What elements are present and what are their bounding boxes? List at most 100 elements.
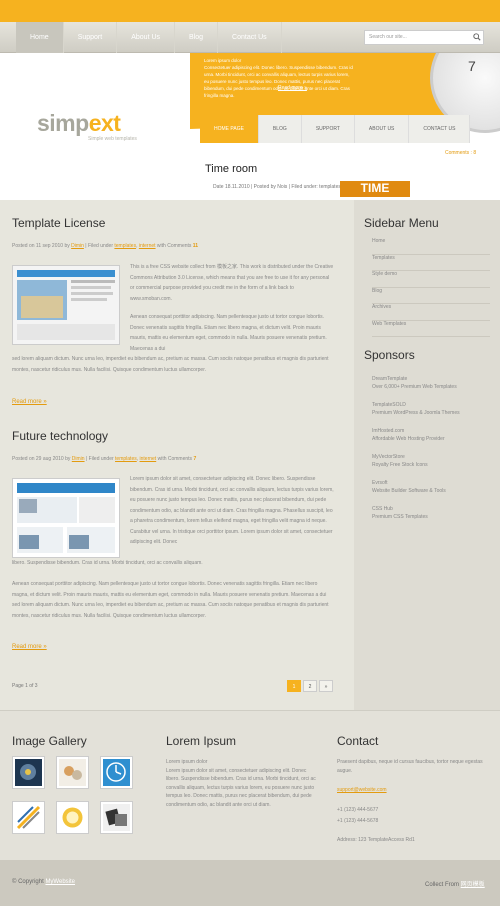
post-body: libero. Suspendisse bibendum. Cras id ur… <box>12 560 203 566</box>
sidebar-item-blog[interactable]: Blog <box>372 288 490 304</box>
sponsors-title: Sponsors <box>364 348 415 362</box>
site-footer: © Copyright MyWebsite Collect From 网页模板 <box>0 860 500 906</box>
hero-nav-item: BLOG <box>258 115 302 143</box>
contact-title: Contact <box>337 734 379 748</box>
clock-number: 7 <box>468 58 476 74</box>
sponsor-item[interactable]: Evrsoft Website Builder Software & Tools <box>372 479 460 505</box>
post-title[interactable]: Template License <box>12 216 105 230</box>
main-content: Template License Posted on 11 sep 2010 b… <box>0 200 354 710</box>
author-link[interactable]: Dimin <box>71 243 84 249</box>
post-meta: Posted on 11 sep 2010 by Dimin | Filed u… <box>12 243 199 249</box>
gallery-image <box>103 759 130 786</box>
category-link[interactable]: templates <box>115 456 137 462</box>
page-2-button[interactable]: 2 <box>303 680 317 692</box>
nav-about-us[interactable]: About Us <box>117 22 176 53</box>
category-link[interactable]: internet <box>139 243 156 249</box>
footer-widgets: Image Gallery Lorem Ipsum Lorem ipsum do… <box>0 710 500 860</box>
gallery-thumb[interactable] <box>100 756 133 789</box>
post-body: Aenean consequat porttitor adipiscing. N… <box>130 314 327 352</box>
gallery-image <box>103 804 130 831</box>
contact-phone: +1 (123) 444-5678 <box>337 818 379 824</box>
credit-link[interactable]: 网页模板 <box>461 882 485 888</box>
hero-banner: TIME <box>340 181 410 197</box>
post-body: Lorem ipsum dolor sit amet, consectetuer… <box>130 476 334 545</box>
sidebar-item-home[interactable]: Home <box>372 238 490 255</box>
gallery-image <box>15 804 42 831</box>
gallery-thumb[interactable] <box>12 801 45 834</box>
hero-comments: Comments : 8 <box>445 150 477 156</box>
post-title[interactable]: Future technology <box>12 429 108 443</box>
nav-contact-us[interactable]: Contact Us <box>218 22 282 53</box>
search-icon[interactable] <box>473 33 481 41</box>
author-link[interactable]: Dimin <box>72 456 85 462</box>
top-accent-bar <box>0 0 500 22</box>
sidebar-item-style-demo[interactable]: Style demo <box>372 271 490 288</box>
gallery-thumb[interactable] <box>12 756 45 789</box>
sponsor-item[interactable]: DreamTemplate Over 6,000+ Premium Web Tem… <box>372 375 460 401</box>
category-link[interactable]: templates <box>114 243 136 249</box>
post-thumbnail[interactable] <box>12 265 120 345</box>
post-image <box>13 479 119 557</box>
hero-nav-item: ABOUT US <box>354 115 410 143</box>
post-meta: Posted on 29 aug 2010 by Dimin | Filed u… <box>12 456 197 462</box>
copyright-link[interactable]: MyWebsite <box>45 879 75 885</box>
page-1-button[interactable]: 1 <box>287 680 301 692</box>
gallery-title: Image Gallery <box>12 734 87 748</box>
hero-read-more: Read more » <box>278 85 307 91</box>
credit: Collect From 网页模板 <box>425 882 485 888</box>
site-tagline: Simple web templates <box>88 136 137 142</box>
gallery-image <box>59 759 86 786</box>
copyright: © Copyright MyWebsite <box>12 879 76 885</box>
lorem-title: Lorem Ipsum <box>166 734 237 748</box>
sponsor-item[interactable]: MyVectorStore Royalty Free Stock Icons <box>372 453 460 479</box>
sponsor-item[interactable]: CSS Hub Premium CSS Templates <box>372 505 460 531</box>
post-image <box>13 266 119 344</box>
gallery-thumb[interactable] <box>100 801 133 834</box>
hero-nav: HOME PAGE BLOG SUPPORT ABOUT US CONTACT … <box>200 115 500 143</box>
hero-nav-item: SUPPORT <box>301 115 355 143</box>
sidebar-item-templates[interactable]: Templates <box>372 255 490 271</box>
contact-address: Address: 123 TemplateAccess Rd1 <box>337 837 415 843</box>
post-body: This is a free CSS website collect from … <box>130 264 334 302</box>
hero-post-meta: Date 18.11.2010 | Posted by Nois | Filed… <box>213 184 361 190</box>
sponsors-list: DreamTemplate Over 6,000+ Premium Web Tem… <box>372 375 460 531</box>
site-logo[interactable]: simpext <box>37 110 121 137</box>
gallery-thumb[interactable] <box>56 801 89 834</box>
post-thumbnail[interactable] <box>12 478 120 558</box>
category-link[interactable]: internet <box>140 456 157 462</box>
contact-email-link[interactable]: support@website.com <box>337 786 387 795</box>
hero-post-title: Time room <box>205 163 258 175</box>
nav-support[interactable]: Support <box>64 22 118 53</box>
read-more-link[interactable]: Read more » <box>12 399 47 405</box>
hero-text: Lorem ipsum dolor Consectetuer adipiscin… <box>204 58 353 98</box>
contact-phone: +1 (123) 444-5677 <box>337 807 379 813</box>
main-nav: Home Support About Us Blog Contact Us <box>16 22 282 53</box>
nav-blog[interactable]: Blog <box>175 22 219 53</box>
nav-home[interactable]: Home <box>16 22 64 53</box>
sidebar-menu-title: Sidebar Menu <box>364 216 439 230</box>
site-header: simpext Simple web templates 7 Lorem ips… <box>0 53 500 200</box>
gallery-image <box>59 804 86 831</box>
search-input[interactable]: Search our site... <box>364 30 484 45</box>
lorem-text: Lorem ipsum dolor Lorem ipsum dolor sit … <box>166 759 316 808</box>
post-body: sed lorem aliquam dictum. Nunc urna leo,… <box>12 356 329 373</box>
sidebar: Sidebar Menu Home Templates Style demo B… <box>354 200 500 710</box>
sidebar-item-web-templates[interactable]: Web Templates <box>372 321 490 337</box>
contact-text: Praesent dapibus, neque id cursus faucib… <box>337 759 483 774</box>
hero-nav-item: CONTACT US <box>409 115 471 143</box>
sidebar-menu: Home Templates Style demo Blog Archives … <box>372 238 490 337</box>
gallery-thumb[interactable] <box>56 756 89 789</box>
hero-screenshot: 7 Lorem ipsum dolor Consectetuer adipisc… <box>190 53 500 200</box>
comment-count[interactable]: 7 <box>193 456 196 462</box>
hero-nav-item: HOME PAGE <box>200 115 259 143</box>
comment-count[interactable]: 11 <box>193 243 198 249</box>
read-more-link[interactable]: Read more » <box>12 644 47 650</box>
gallery-image <box>15 759 42 786</box>
post-body: Aenean consequat porttitor adipiscing. N… <box>12 581 329 619</box>
pagination-label: Page 1 of 3 <box>12 683 38 689</box>
pagination: 1 2 » <box>287 680 333 692</box>
sponsor-item[interactable]: TemplateSOLD Premium WordPress & Joomla T… <box>372 401 460 427</box>
sponsor-item[interactable]: ImHosted.com Affordable Web Hosting Provi… <box>372 427 460 453</box>
sidebar-item-archives[interactable]: Archives <box>372 304 490 321</box>
next-page-button[interactable]: » <box>319 680 333 692</box>
